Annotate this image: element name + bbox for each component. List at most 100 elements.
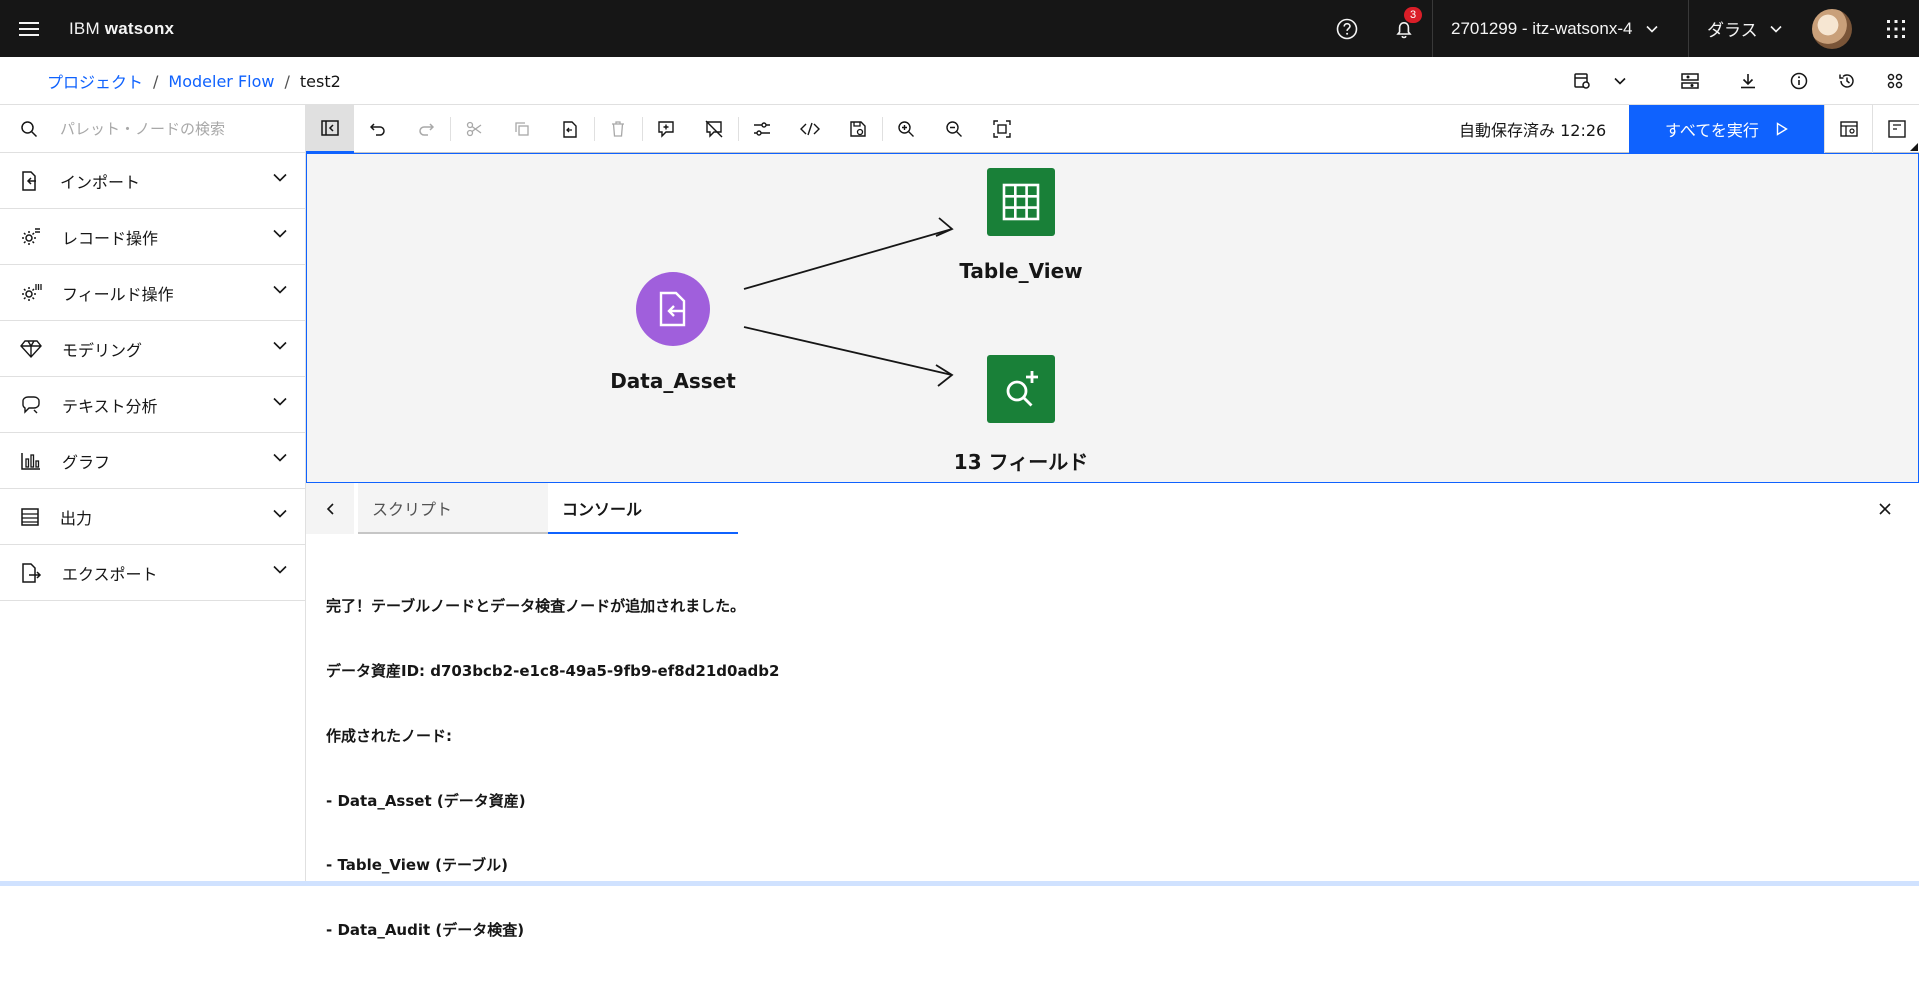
- palette-category-modeling[interactable]: モデリング: [0, 321, 305, 377]
- flow-settings-icon: [1574, 73, 1590, 89]
- paste-button[interactable]: [546, 105, 594, 153]
- search-icon: [21, 120, 38, 137]
- chevron-down-icon: [273, 509, 287, 518]
- palette-category-export[interactable]: エクスポート: [0, 545, 305, 601]
- app-switcher-button[interactable]: [1872, 0, 1919, 57]
- redo-button[interactable]: [402, 105, 450, 153]
- chevron-down-icon: [273, 173, 287, 182]
- import-icon: [22, 170, 36, 191]
- undo-icon: [370, 123, 385, 136]
- info-icon: [1790, 72, 1808, 90]
- console-line: データ資産ID: d703bcb2-e1c8-49a5-9fb9-ef8d21d…: [326, 661, 780, 680]
- top-nav-bar: IBM watsonx 3 2701299 - itz-watsonx-4 ダラ…: [0, 0, 1919, 57]
- breadcrumb-link-modeler-flow[interactable]: Modeler Flow: [168, 72, 274, 91]
- sliders-icon: [754, 122, 770, 136]
- zoom-in-button[interactable]: [882, 105, 930, 153]
- palette-category-record-ops[interactable]: レコード操作: [0, 209, 305, 265]
- palette-search-input[interactable]: [60, 119, 290, 138]
- copy-icon: [515, 122, 529, 136]
- menu-icon[interactable]: [0, 0, 57, 57]
- node-data-asset[interactable]: [636, 272, 710, 346]
- outline-view-button[interactable]: [1824, 105, 1872, 153]
- cut-button[interactable]: [450, 105, 498, 153]
- trash-icon: [612, 121, 624, 137]
- console-line: - Table_View (テーブル): [326, 856, 508, 875]
- run-all-button[interactable]: すべてを実行: [1629, 105, 1824, 153]
- flow-properties-button[interactable]: [738, 105, 786, 153]
- breadcrumb-current: test2: [299, 71, 341, 91]
- palette-category-label: テキスト分析: [62, 396, 158, 416]
- history-button[interactable]: [1823, 57, 1871, 105]
- settings-icon: [1887, 73, 1903, 89]
- diamond-icon: [20, 339, 42, 358]
- save-version-button[interactable]: [834, 105, 882, 153]
- breadcrumb-link-projects[interactable]: プロジェクト: [47, 69, 143, 93]
- download-button[interactable]: [1724, 57, 1772, 105]
- zoom-out-button[interactable]: [930, 105, 978, 153]
- palette-category-field-ops[interactable]: フィールド操作: [0, 265, 305, 321]
- node-data-audit[interactable]: [987, 355, 1055, 423]
- flow-canvas[interactable]: Data_Asset Table_View 13 フィールド: [306, 153, 1919, 483]
- settings-button[interactable]: [1871, 57, 1919, 105]
- account-label: 2701299 - itz-watsonx-4: [1451, 18, 1633, 38]
- text-analysis-icon: [22, 395, 40, 414]
- link-data-asset-to-data-audit[interactable]: [743, 326, 954, 387]
- palette-search: [0, 105, 305, 153]
- hide-comments-button[interactable]: [690, 105, 738, 153]
- footer-divider: [0, 881, 1919, 886]
- tab-console[interactable]: コンソール: [548, 483, 738, 534]
- palette-category-label: モデリング: [62, 340, 143, 360]
- tab-script[interactable]: スクリプト: [358, 483, 548, 534]
- table-grid-icon: [1002, 183, 1040, 221]
- region-selector[interactable]: ダラス: [1688, 0, 1787, 57]
- download-icon: [1741, 74, 1755, 89]
- fit-to-screen-icon: [993, 120, 1011, 138]
- canvas-toolbar: 自動保存済み 12:26 すべてを実行: [306, 105, 1919, 153]
- node-properties-button[interactable]: [1872, 105, 1919, 153]
- product-name[interactable]: IBM watsonx: [69, 19, 174, 39]
- add-comment-button[interactable]: [642, 105, 690, 153]
- chevron-down-icon: [273, 341, 287, 350]
- account-selector[interactable]: 2701299 - itz-watsonx-4: [1432, 0, 1686, 57]
- breadcrumb-separator: /: [284, 71, 290, 91]
- bottom-panel: スクリプト コンソール 完了！テーブルノードとデータ検査ノードが追加されました。…: [306, 483, 1919, 939]
- palette-category-output[interactable]: 出力: [0, 489, 305, 545]
- toggle-palette-button[interactable]: [306, 105, 354, 153]
- palette-category-label: レコード操作: [62, 228, 159, 248]
- compare-button[interactable]: [1666, 57, 1714, 105]
- info-button[interactable]: [1775, 57, 1823, 105]
- corner-triangle-icon: [1910, 143, 1918, 151]
- palette-category-import[interactable]: インポート: [0, 153, 305, 209]
- collapse-panel-button[interactable]: [306, 483, 354, 534]
- chevron-down-icon: [1770, 25, 1782, 33]
- close-panel-button[interactable]: [1861, 483, 1909, 534]
- zoom-in-icon: [898, 121, 914, 137]
- help-button[interactable]: [1318, 0, 1375, 57]
- flow-options-dropdown[interactable]: [1596, 57, 1644, 105]
- paste-icon: [563, 121, 577, 138]
- chevron-down-icon: [273, 565, 287, 574]
- breadcrumb-separator: /: [153, 71, 159, 91]
- breadcrumb: プロジェクト / Modeler Flow / test2: [47, 57, 341, 105]
- delete-button[interactable]: [594, 105, 642, 153]
- zoom-out-icon: [946, 121, 962, 137]
- close-icon: [1879, 502, 1891, 515]
- palette-category-label: 出力: [60, 508, 93, 528]
- palette-category-graphs[interactable]: グラフ: [0, 433, 305, 489]
- user-avatar-button[interactable]: [1787, 0, 1877, 57]
- history-icon: [1839, 74, 1854, 88]
- comment-off-icon: [705, 120, 723, 138]
- copy-button[interactable]: [498, 105, 546, 153]
- breadcrumb-bar: プロジェクト / Modeler Flow / test2: [0, 57, 1919, 105]
- undo-button[interactable]: [354, 105, 402, 153]
- avatar: [1812, 8, 1852, 49]
- data-audit-icon: [1006, 371, 1038, 407]
- node-table-view[interactable]: [987, 168, 1055, 236]
- palette-category-label: フィールド操作: [62, 284, 174, 304]
- code-button[interactable]: [786, 105, 834, 153]
- palette-category-text-analysis[interactable]: テキスト分析: [0, 377, 305, 433]
- bottom-panel-tabs: スクリプト コンソール: [306, 483, 1919, 534]
- fit-to-screen-button[interactable]: [978, 105, 1026, 153]
- notifications-button[interactable]: 3: [1375, 0, 1432, 57]
- scissors-icon: [466, 121, 482, 137]
